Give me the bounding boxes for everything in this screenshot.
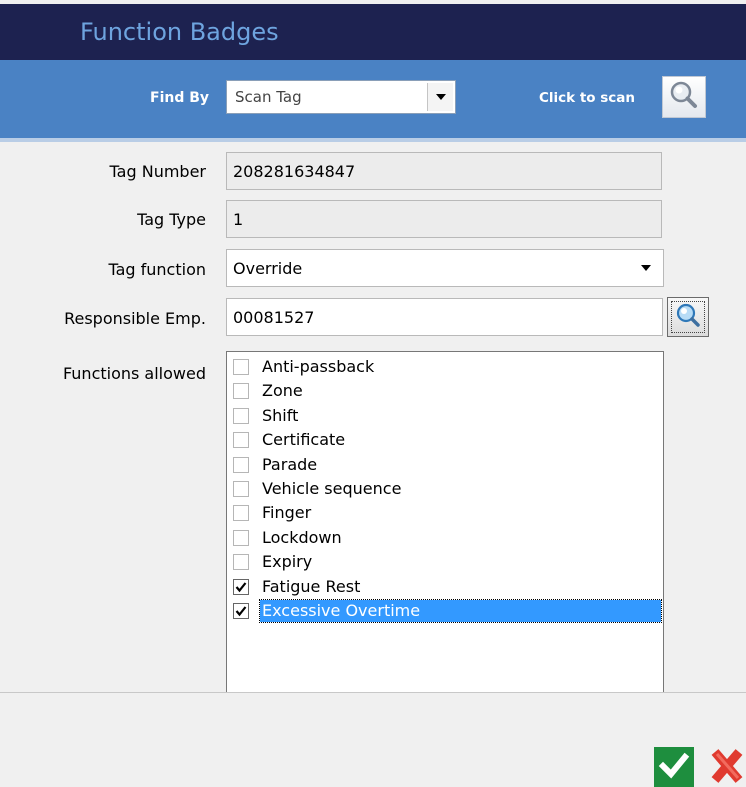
tag-function-value: Override [233, 259, 303, 278]
functions-list[interactable]: Anti-passback Zone Shift Certificate Parade V… [226, 351, 664, 694]
ok-button[interactable] [654, 747, 694, 787]
list-item[interactable]: Anti-passback [233, 355, 661, 379]
tag-type-field: 1 [226, 200, 662, 238]
employee-search-button[interactable] [667, 297, 709, 337]
tag-function-select[interactable]: Override [226, 249, 664, 287]
list-item[interactable]: Expiry [233, 550, 661, 574]
tag-number-field: 208281634847 [226, 152, 662, 190]
find-by-select[interactable]: Scan Tag [226, 80, 456, 114]
find-by-label: Find By [150, 90, 210, 106]
checkbox[interactable] [233, 554, 249, 571]
list-item-label: Shift [262, 405, 299, 425]
list-item-label: Zone [262, 381, 303, 401]
scan-label: Click to scan [539, 90, 636, 106]
close-icon [708, 747, 744, 787]
list-item-label: Excessive Overtime [259, 599, 662, 623]
magnifier-icon [669, 80, 699, 114]
list-item-label: Anti-passback [262, 357, 375, 376]
list-item[interactable]: Parade [233, 453, 661, 477]
footer [0, 693, 746, 787]
title-bar: Function Badges [0, 4, 746, 60]
checkbox[interactable] [233, 359, 249, 375]
checkbox[interactable] [233, 383, 249, 400]
list-item-label: Certificate [262, 430, 346, 450]
checkbox[interactable] [233, 529, 249, 546]
chevron-down-icon[interactable] [427, 83, 453, 111]
responsible-emp-input[interactable]: 00081527 [226, 298, 663, 336]
checkbox[interactable] [233, 578, 249, 595]
checkmark-icon [658, 749, 690, 785]
list-item-label: Fatigue Rest [262, 576, 361, 596]
form-panel: Tag Number 208281634847 Tag Type 1 Tag f… [0, 142, 746, 694]
checkbox[interactable] [233, 407, 249, 424]
find-bar: Find By Scan Tag Click to scan [0, 60, 746, 142]
responsible-emp-label: Responsible Emp. [64, 309, 206, 328]
list-item[interactable]: Lockdown [233, 526, 661, 550]
checkbox[interactable] [233, 603, 249, 619]
tag-number-label: Tag Number [109, 162, 206, 181]
magnifier-icon [675, 302, 701, 332]
list-item-label: Parade [262, 454, 318, 474]
list-item[interactable]: Finger [233, 501, 661, 525]
list-item[interactable]: Excessive Overtime [233, 599, 662, 623]
scan-button[interactable] [662, 76, 706, 118]
checkbox[interactable] [233, 456, 249, 473]
window-title: Function Badges [80, 18, 279, 46]
cancel-button[interactable] [706, 747, 746, 787]
list-item[interactable]: Certificate [233, 428, 661, 452]
responsible-emp-value: 00081527 [233, 308, 315, 327]
list-item[interactable]: Vehicle sequence [233, 477, 661, 501]
functions-allowed-label: Functions allowed [62, 364, 206, 383]
list-item-label: Finger [262, 503, 312, 523]
tag-type-label: Tag Type [137, 210, 206, 229]
tag-function-label: Tag function [108, 260, 206, 279]
list-item-label: Vehicle sequence [262, 479, 402, 498]
list-item-label: Expiry [262, 552, 313, 572]
tag-type-value: 1 [233, 210, 244, 229]
tag-number-value: 208281634847 [233, 162, 356, 181]
chevron-down-icon[interactable] [631, 253, 661, 283]
checkbox[interactable] [233, 432, 249, 449]
checkbox[interactable] [233, 481, 249, 497]
list-item[interactable]: Fatigue Rest [233, 575, 661, 599]
checkbox[interactable] [233, 505, 249, 522]
list-item[interactable]: Shift [233, 404, 661, 428]
list-item[interactable]: Zone [233, 379, 661, 403]
list-item-label: Lockdown [262, 527, 342, 547]
find-by-value: Scan Tag [235, 88, 302, 106]
